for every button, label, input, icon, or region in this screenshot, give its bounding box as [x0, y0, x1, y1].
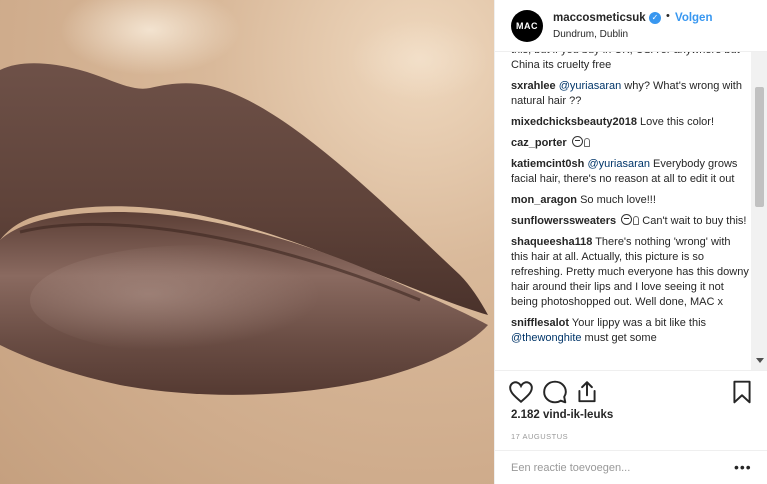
action-bar — [495, 370, 767, 412]
follow-button[interactable]: Volgen — [675, 12, 712, 24]
profile-avatar[interactable]: MAC — [511, 10, 543, 42]
separator-dot: • — [666, 10, 670, 22]
avatar-logo-text: MAC — [516, 21, 538, 31]
scroll-down-arrow-icon[interactable] — [756, 358, 764, 363]
share-icon[interactable] — [574, 379, 600, 405]
heart-icon[interactable] — [508, 379, 534, 405]
lips-image — [0, 0, 490, 395]
comment-item: this, but if you buy in UK, USA or anywh… — [511, 52, 749, 73]
comment-mention[interactable]: @yuriasaran — [559, 80, 622, 92]
bookmark-icon[interactable] — [729, 379, 755, 405]
username-link[interactable]: maccosmeticsuk — [553, 12, 646, 24]
comment-item: shaqueesha118 There's nothing 'wrong' wi… — [511, 235, 749, 310]
comment-text: this, but if you buy in UK, USA or anywh… — [511, 52, 740, 71]
post-date: 17 AUGUSTUS — [511, 432, 569, 441]
comment-text: Can't wait to buy this! — [639, 215, 747, 227]
reply-bar: ••• — [495, 450, 767, 484]
comment-text: Love this color! — [636, 116, 715, 128]
post-photo[interactable] — [0, 0, 494, 484]
comment-username[interactable]: mixedchicksbeauty2018 — [511, 116, 637, 128]
emoji-face-icon — [571, 136, 583, 147]
comments-list[interactable]: this, but if you buy in UK, USA or anywh… — [495, 52, 767, 370]
comment-text: Your lippy was a bit like this — [569, 317, 707, 329]
emoji-face-icon — [621, 214, 633, 225]
comment-item: snifflesalot Your lippy was a bit like t… — [511, 316, 749, 346]
comment-username[interactable]: sunflowerssweaters — [511, 215, 616, 227]
comment-item: mixedchicksbeauty2018 Love this color! — [511, 115, 749, 130]
comment-username[interactable]: caz_porter — [511, 137, 567, 149]
comment-mention[interactable]: @yuriasaran — [587, 158, 650, 170]
comment-mention[interactable]: @thewonghite — [511, 332, 582, 344]
emoji-ghost-icon — [583, 138, 590, 147]
comments-scrollbar[interactable] — [751, 52, 767, 370]
more-options-button[interactable]: ••• — [734, 459, 752, 475]
location-link[interactable]: Dundrum, Dublin — [553, 29, 628, 40]
comment-username[interactable]: katiemcint0sh — [511, 158, 584, 170]
comment-item: katiemcint0sh @yuriasaran Everybody grow… — [511, 157, 749, 187]
post-header: MAC maccosmeticsuk ✓ • Volgen Dundrum, D… — [495, 0, 767, 52]
scrollbar-thumb[interactable] — [755, 87, 764, 207]
comment-username[interactable]: snifflesalot — [511, 317, 569, 329]
comment-username[interactable]: mon_aragon — [511, 194, 577, 206]
comment-text — [567, 137, 570, 149]
likes-count[interactable]: 2.182 vind-ik-leuks — [511, 409, 613, 421]
comment-item: sxrahlee @yuriasaran why? What's wrong w… — [511, 79, 749, 109]
comment-text: So much love!!! — [577, 194, 656, 206]
comment-username[interactable]: sxrahlee — [511, 80, 556, 92]
comment-item: mon_aragon So much love!!! — [511, 193, 749, 208]
post-sidebar: MAC maccosmeticsuk ✓ • Volgen Dundrum, D… — [494, 0, 767, 484]
comment-item: sunflowerssweaters Can't wait to buy thi… — [511, 214, 749, 229]
comment-text: must get some — [581, 332, 657, 344]
comment-icon[interactable] — [542, 379, 568, 405]
verified-badge-icon: ✓ — [649, 12, 661, 24]
comment-item: caz_porter — [511, 136, 749, 151]
comment-username[interactable]: shaqueesha118 — [511, 236, 592, 248]
comment-input[interactable] — [511, 460, 711, 476]
